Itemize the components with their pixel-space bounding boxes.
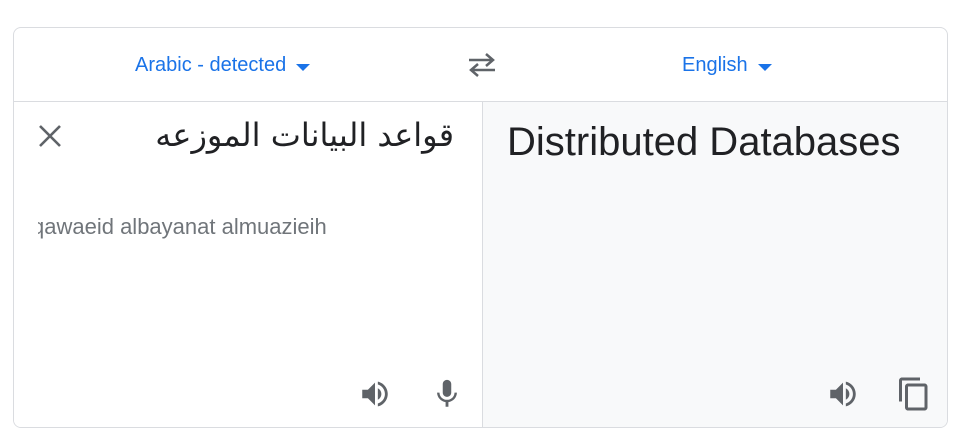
source-text[interactable]: قواعد البيانات الموزعه [155,116,454,154]
caret-down-icon [757,63,772,71]
swap-arrows-icon [469,53,495,77]
clear-button[interactable] [34,120,66,152]
voice-input-button[interactable] [427,374,467,414]
translate-card: Arabic - detected English قواعد البيانات… [13,27,948,428]
result-pane: Distributed Databases [482,102,947,427]
source-language-label: Arabic - detected [135,53,287,76]
speaker-icon [830,381,856,407]
copy-icon [899,377,928,411]
transliteration: qawaeid albayanat almuazieih [38,214,327,239]
target-language-selector[interactable]: English [682,50,772,80]
listen-source-button[interactable] [355,374,395,414]
swap-languages-button[interactable] [465,50,499,80]
close-icon [39,125,61,147]
source-pane[interactable]: قواعد البيانات الموزعه qawaeid albayanat… [14,102,482,427]
language-bar: Arabic - detected English [14,28,947,102]
microphone-icon [437,379,457,407]
caret-down-icon [296,63,311,71]
listen-translation-button[interactable] [823,374,863,414]
copy-translation-button[interactable] [894,374,934,414]
translated-text: Distributed Databases [507,120,901,164]
target-language-label: English [682,53,748,76]
speaker-icon [362,381,388,407]
source-language-selector[interactable]: Arabic - detected [135,50,311,80]
